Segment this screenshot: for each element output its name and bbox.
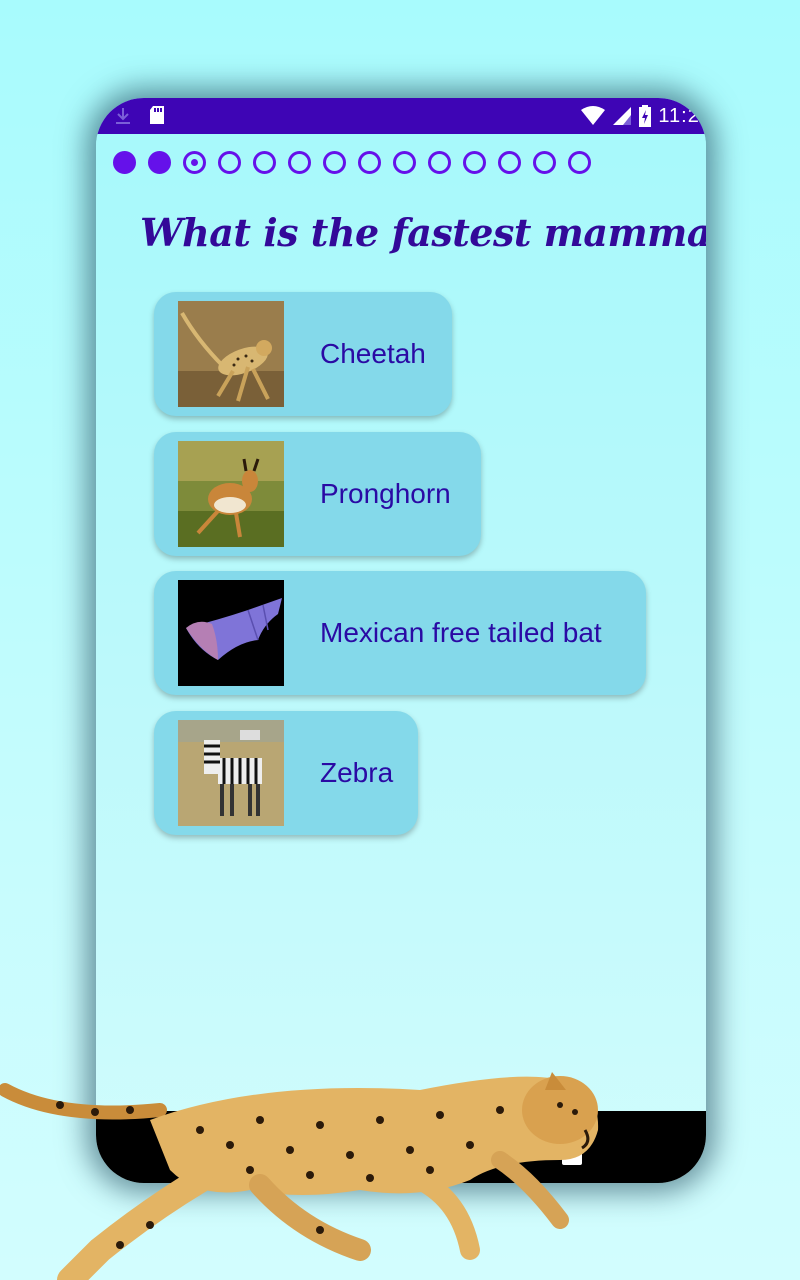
cheetah-decoration (0, 1072, 599, 1280)
progress-dot (288, 151, 311, 174)
battery-charging-icon (639, 105, 652, 127)
progress-dots (113, 151, 591, 174)
progress-dot (253, 151, 276, 174)
zebra-photo (178, 720, 284, 826)
clock: 11:21 (658, 104, 706, 127)
option-label: Pronghorn (320, 478, 451, 509)
answer-option-zebra[interactable]: Zebra (154, 711, 418, 835)
signal-icon (613, 107, 632, 125)
download-icon (116, 108, 130, 124)
phone-screen: 11:21 What is the fastest mammal? Cheeta… (96, 98, 706, 1183)
option-label: Mexican free tailed bat (320, 617, 602, 648)
option-label: Zebra (320, 757, 394, 788)
status-bar: 11:21 (96, 98, 706, 134)
progress-dot (218, 151, 241, 174)
pronghorn-photo (178, 441, 284, 547)
progress-dot (148, 151, 171, 174)
answer-option-pronghorn[interactable]: Pronghorn (154, 432, 481, 556)
progress-dot (498, 151, 521, 174)
question-title: What is the fastest mammal? (140, 210, 706, 255)
progress-dot (183, 151, 206, 174)
progress-dot (533, 151, 556, 174)
option-label: Cheetah (320, 338, 426, 369)
bat-photo (178, 580, 284, 686)
progress-dot (358, 151, 381, 174)
answer-option-mexican-free-tailed-bat[interactable]: Mexican free tailed bat (154, 571, 646, 695)
progress-dot (568, 151, 591, 174)
wifi-icon (581, 106, 606, 125)
progress-dot (323, 151, 346, 174)
progress-dot (393, 151, 416, 174)
progress-dot (113, 151, 136, 174)
cheetah-photo (178, 301, 284, 407)
answer-option-cheetah[interactable]: Cheetah (154, 292, 452, 416)
sd-card-icon (150, 106, 164, 124)
progress-dot (428, 151, 451, 174)
progress-dot (463, 151, 486, 174)
